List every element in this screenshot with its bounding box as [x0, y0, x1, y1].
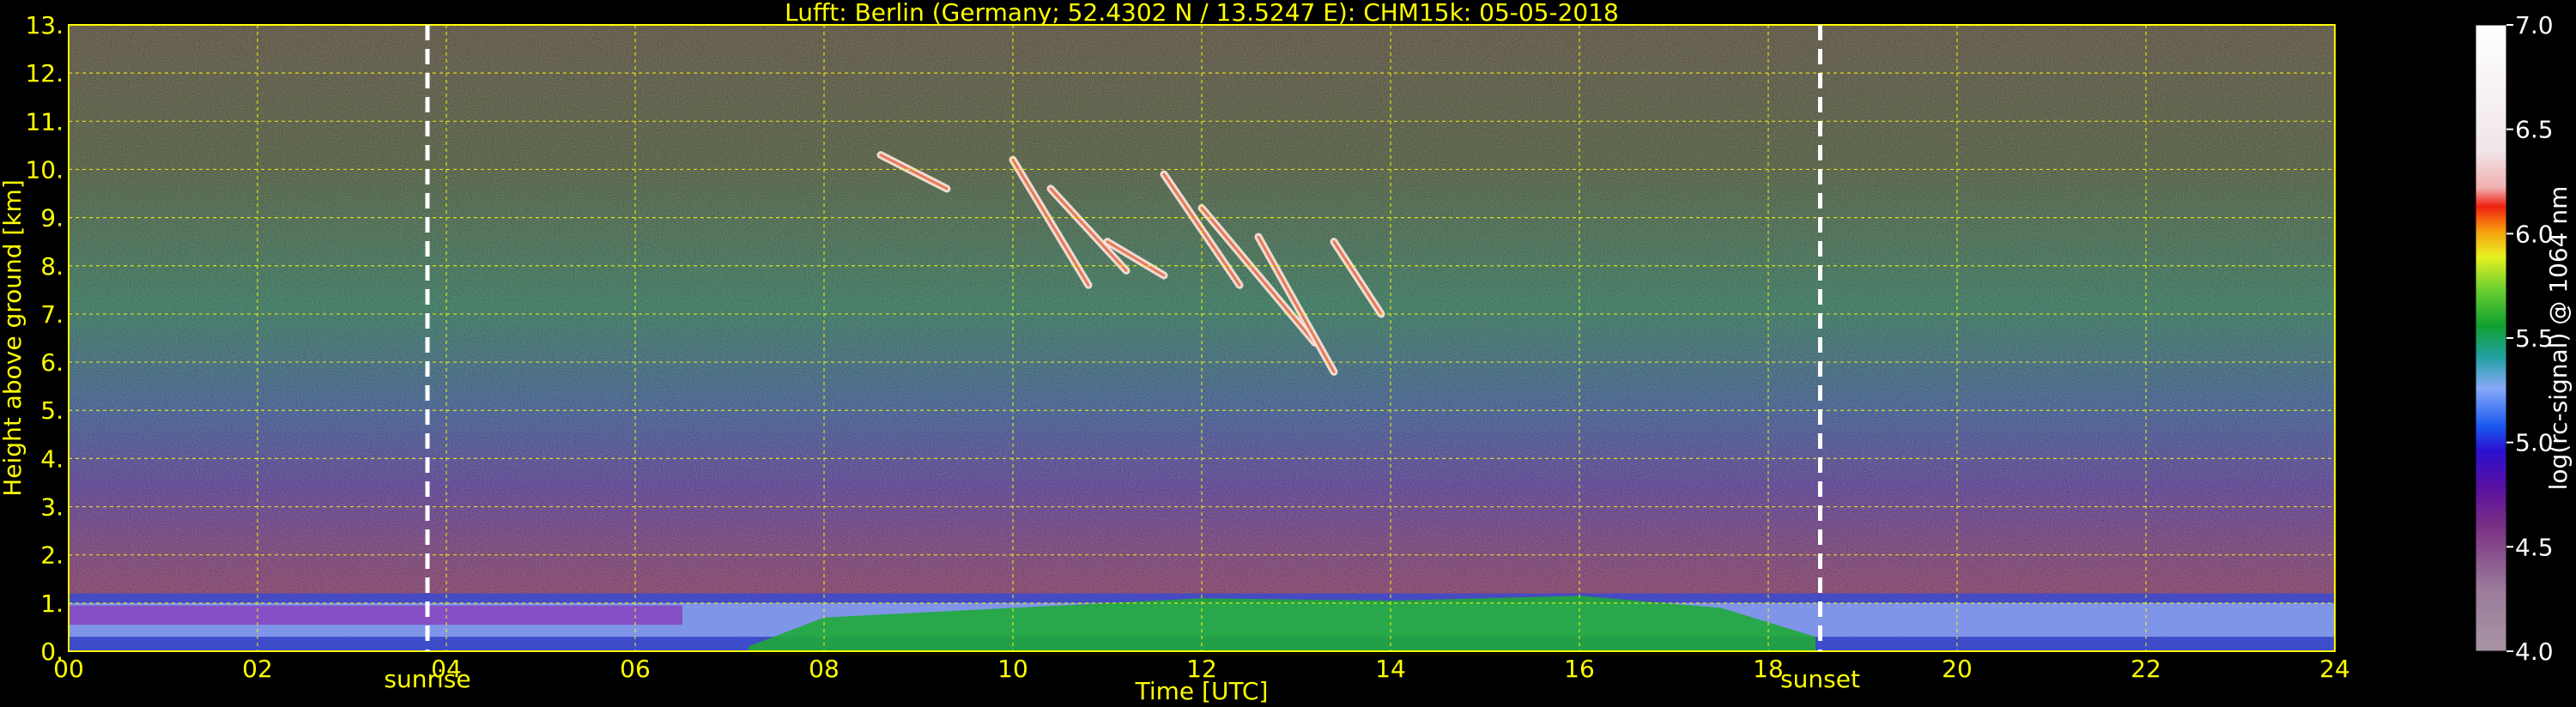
- y-tick-label: 6.: [40, 348, 64, 377]
- x-tick-label: 16: [1564, 655, 1595, 683]
- colorbar: [2475, 24, 2507, 652]
- y-tick-label: 2.: [40, 541, 64, 570]
- y-tick-label: 10.: [25, 155, 64, 184]
- y-tick-label: 8.: [40, 252, 64, 281]
- signal-noise-texture: [69, 25, 2335, 651]
- colorbar-tick-label: 6.5: [2515, 116, 2554, 144]
- y-tick-label: 3.: [40, 493, 64, 522]
- x-tick-label: 22: [2131, 655, 2161, 683]
- y-tick-label: 4.: [40, 444, 64, 473]
- chart-title: Lufft: Berlin (Germany; 52.4302 N / 13.5…: [785, 0, 1619, 27]
- x-tick-label: 08: [809, 655, 839, 683]
- y-tick-label: 7.: [40, 300, 64, 329]
- y-tick-label: 11.: [25, 107, 64, 136]
- y-tick-label: 9.: [40, 204, 64, 233]
- residual-layer: [69, 605, 682, 625]
- y-tick-label: 13.: [25, 11, 64, 39]
- colorbar-tick-label: 7.0: [2515, 11, 2554, 39]
- y-tick-label: 0.: [40, 638, 64, 666]
- y-tick-label: 12.: [25, 59, 64, 88]
- y-axis-label: Height above ground [km]: [0, 179, 27, 497]
- x-axis-label: Time [UTC]: [1135, 677, 1269, 705]
- x-tick-label: 24: [2319, 655, 2350, 683]
- colorbar-tick-label: 4.0: [2515, 638, 2554, 666]
- colorbar-label: log(rc-signal) @ 1064 nm: [2544, 186, 2573, 491]
- x-tick-label: 18: [1753, 655, 1784, 683]
- x-tick-label: 06: [620, 655, 651, 683]
- x-tick-label: 02: [242, 655, 273, 683]
- x-tick-label: 20: [1942, 655, 1973, 683]
- y-tick-label: 5.: [40, 396, 64, 425]
- y-tick-label: 1.: [40, 589, 64, 618]
- ceilometer-chart: sunrise sunset 00 02 04 06 08 10 12 14 16 18 20 22 24…: [0, 0, 2573, 705]
- x-tick-label: 10: [997, 655, 1028, 683]
- sunset-label: sunset: [1780, 665, 1860, 693]
- colorbar-tick-label: 4.5: [2515, 533, 2554, 561]
- x-tick-label: 04: [431, 655, 462, 683]
- x-tick-label: 14: [1375, 655, 1406, 683]
